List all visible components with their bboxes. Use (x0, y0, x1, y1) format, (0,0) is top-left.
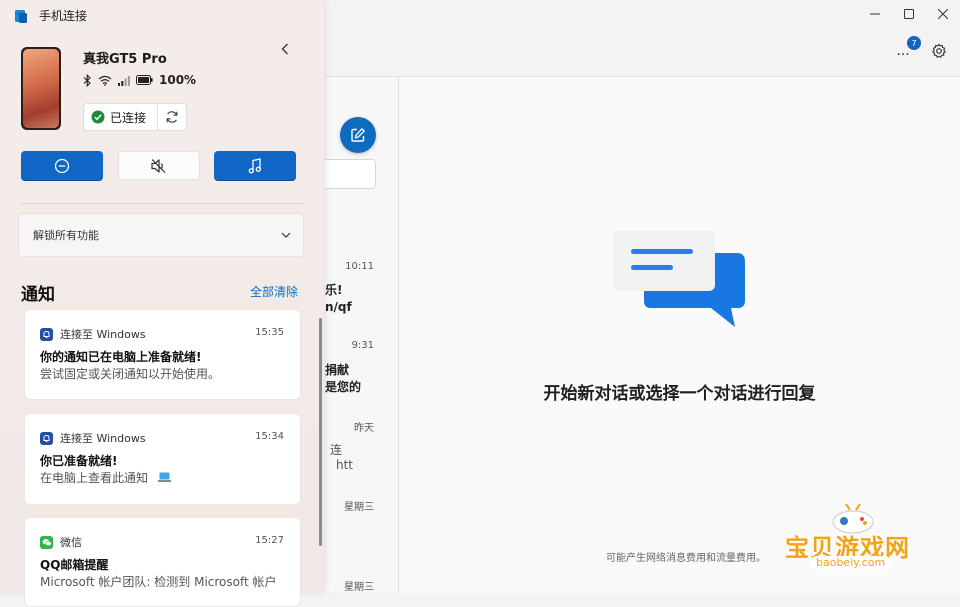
unlock-features-row[interactable]: 解锁所有功能 (18, 213, 304, 257)
section-divider (20, 203, 304, 204)
close-icon (938, 9, 948, 19)
bell-icon (40, 431, 53, 445)
conversation-snippet[interactable]: 连 (330, 441, 342, 458)
data-charges-note: 可能产生网络消息费用和流量费用。 (606, 553, 766, 564)
minimize-icon (870, 13, 880, 15)
connection-status-label: 已连接 (110, 110, 147, 125)
device-panel: 手机连接 真我GT5 Pro 100% 已连接 解锁所有功能 通知 全部清除 连… (0, 0, 324, 607)
bell-icon (40, 327, 53, 341)
clear-all-button[interactable]: 全部清除 (250, 283, 298, 300)
notification-body: Microsoft 帐户团队: 检测到 Microsoft 帐户 (40, 575, 277, 589)
search-input[interactable] (325, 159, 376, 189)
conversation-time: 星期三 (344, 582, 374, 593)
media-button[interactable] (214, 151, 296, 180)
chat-bubbles-icon (613, 231, 745, 327)
site-watermark: 宝贝游戏网 baobeiy.com (780, 500, 930, 590)
app-title: 手机连接 (39, 9, 88, 23)
new-message-button[interactable] (340, 117, 376, 153)
laptop-icon (157, 472, 171, 482)
notifications-heading: 通知 (21, 285, 55, 305)
notification-app-name: 连接至 Windows (60, 432, 146, 445)
speaker-mute-icon (151, 158, 166, 173)
do-not-disturb-icon (54, 158, 70, 173)
app-title-bar: 手机连接 (13, 7, 87, 24)
top-toolbar: ... 7 (892, 36, 950, 62)
maximize-button[interactable] (892, 0, 926, 28)
refresh-icon (166, 111, 178, 123)
wechat-icon (40, 535, 53, 549)
music-note-icon (248, 157, 261, 173)
window-controls (858, 0, 960, 28)
conversation-time: 昨天 (354, 423, 374, 434)
notification-time: 15:35 (255, 327, 284, 338)
gear-icon (932, 43, 946, 58)
notification-app: 微信 (40, 534, 82, 550)
conversation-time: 9:31 (351, 340, 374, 351)
conversation-time: 10:11 (345, 261, 374, 272)
compose-icon (351, 128, 365, 142)
empty-state-title: 开始新对话或选择一个对话进行回复 (543, 384, 816, 404)
minimize-button[interactable] (858, 0, 892, 28)
more-options-button[interactable]: ... 7 (892, 36, 921, 62)
notification-body: 在电脑上查看此通知 (40, 469, 171, 486)
notification-badge: 7 (907, 36, 921, 50)
bluetooth-icon (83, 73, 91, 87)
notification-app: 连接至 Windows (40, 430, 146, 446)
conversation-list: 10:11 乐! n/qf 9:31 捐献 是您的 昨天 连 htt 星期三 星… (325, 77, 399, 593)
notification-title: 你已准备就绪! (40, 454, 118, 468)
chevron-down-icon (281, 232, 291, 238)
notification-card[interactable]: 微信 15:27 QQ邮箱提醒 Microsoft 帐户团队: 检测到 Micr… (24, 517, 301, 607)
notification-app: 连接至 Windows (40, 326, 146, 342)
phone-wallpaper (23, 49, 59, 128)
notification-body: 尝试固定或关闭通知以开始使用。 (40, 367, 221, 381)
notification-card[interactable]: 连接至 Windows 15:35 你的通知已在电脑上准备就绪! 尝试固定或关闭… (24, 309, 301, 400)
signal-icon (118, 75, 130, 86)
conversation-snippet[interactable]: n/qf (325, 300, 352, 314)
phone-link-logo-icon (15, 9, 27, 23)
connection-status-pill: 已连接 (83, 103, 187, 131)
collapse-panel-button[interactable] (276, 40, 294, 58)
notification-title: 你的通知已在电脑上准备就绪! (40, 350, 202, 364)
notification-time: 15:27 (255, 535, 284, 546)
notification-time: 15:34 (255, 431, 284, 442)
watermark-url: baobeiy.com (810, 556, 892, 569)
mute-button[interactable] (118, 151, 200, 180)
battery-icon (136, 75, 153, 85)
connection-status: 已连接 (84, 109, 157, 126)
conversation-snippet[interactable]: 捐献 (325, 361, 349, 378)
battery-level: 100% (159, 73, 197, 87)
device-status-row: 100% (83, 73, 196, 87)
notification-card[interactable]: 连接至 Windows 15:34 你已准备就绪! 在电脑上查看此通知 (24, 413, 301, 505)
notification-app-name: 连接至 Windows (60, 328, 146, 341)
notifications-scrollbar[interactable] (319, 318, 322, 546)
conversation-snippet[interactable]: 是您的 (325, 378, 361, 395)
refresh-connection-button[interactable] (158, 110, 186, 124)
notification-body-text: 在电脑上查看此通知 (40, 471, 149, 485)
conversation-snippet[interactable]: htt (336, 458, 353, 472)
phone-image (21, 47, 61, 130)
conversation-snippet[interactable]: 乐! (325, 281, 342, 298)
do-not-disturb-button[interactable] (21, 151, 103, 180)
unlock-features-label: 解锁所有功能 (33, 229, 99, 242)
device-name: 真我GT5 Pro (83, 52, 167, 67)
check-circle-icon (91, 110, 105, 124)
conversation-time: 星期三 (344, 502, 374, 513)
chevron-left-icon (281, 43, 288, 55)
maximize-icon (904, 9, 914, 19)
notification-app-name: 微信 (60, 536, 82, 549)
settings-button[interactable] (928, 40, 950, 62)
notification-title: QQ邮箱提醒 (40, 558, 109, 572)
wifi-icon (98, 75, 112, 86)
close-button[interactable] (926, 0, 960, 28)
